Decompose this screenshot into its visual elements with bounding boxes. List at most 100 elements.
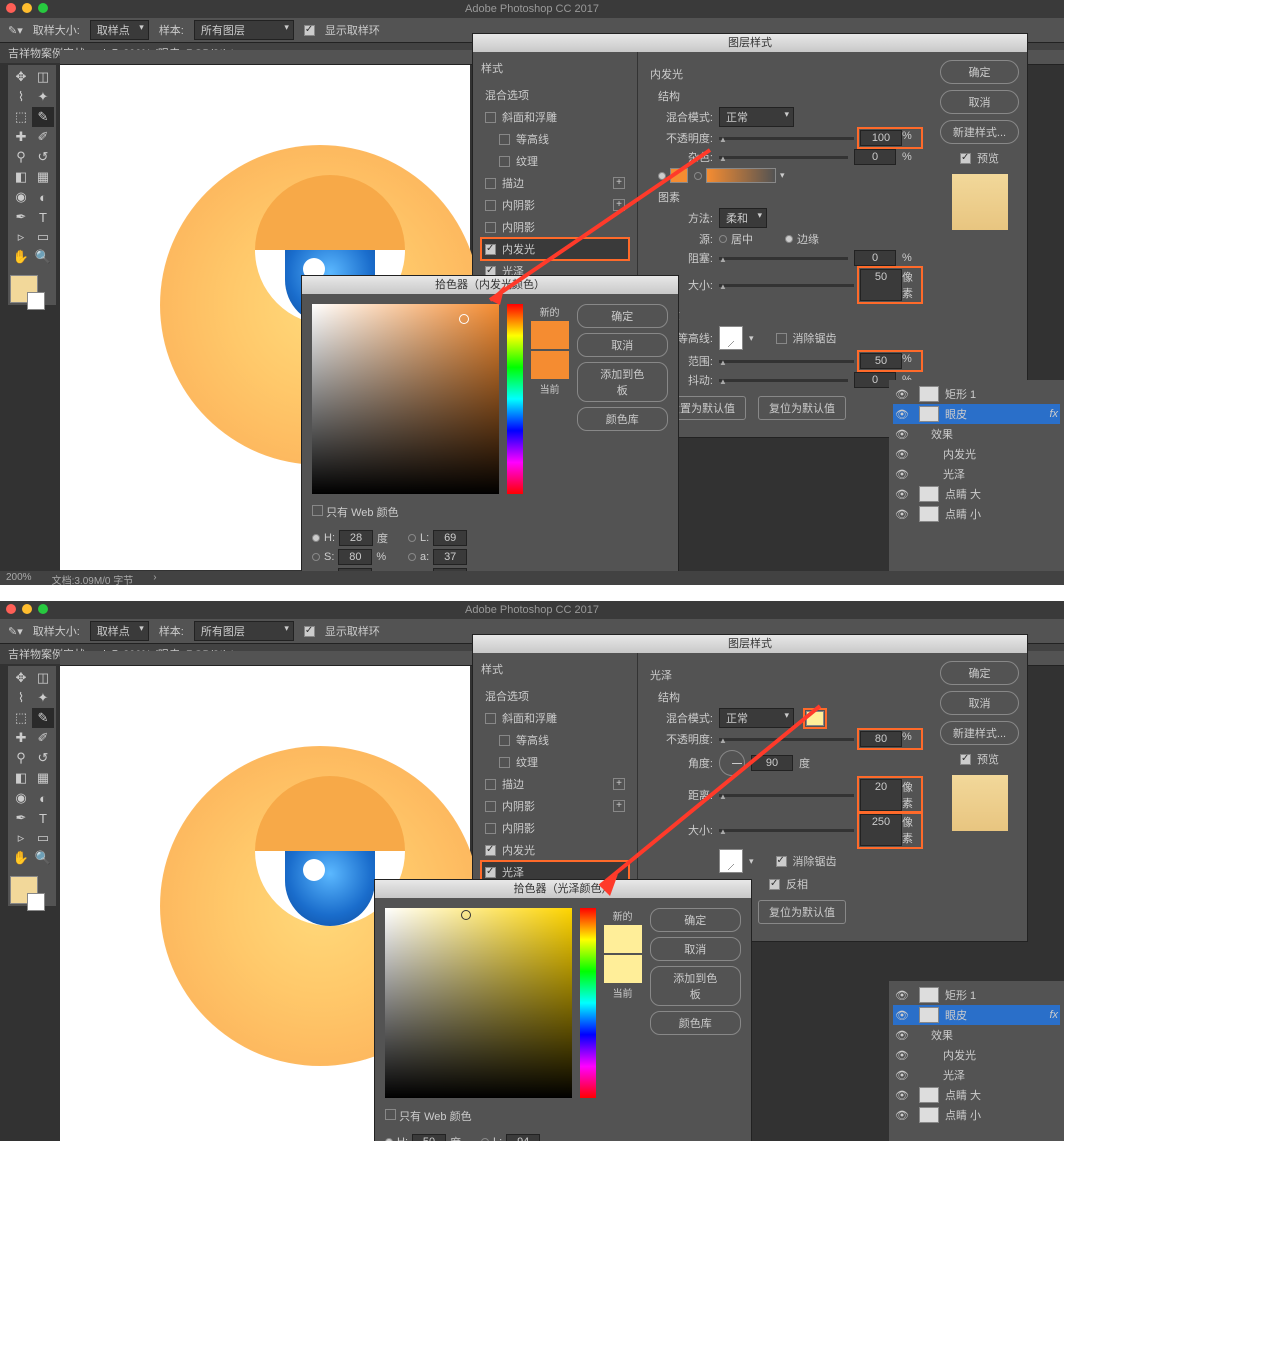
jitter-slider[interactable]: [719, 379, 848, 382]
close-icon[interactable]: [6, 604, 16, 614]
style-item-描边[interactable]: 描边+: [481, 172, 629, 194]
blend-mode-dropdown[interactable]: 正常: [719, 107, 794, 127]
cancel-button[interactable]: 取消: [940, 90, 1019, 114]
style-item-内阴影[interactable]: 内阴影: [481, 216, 629, 238]
style-item-内发光[interactable]: 内发光: [481, 238, 629, 260]
ok-button[interactable]: 确定: [940, 661, 1019, 685]
style-checkbox[interactable]: [485, 845, 496, 856]
add-icon[interactable]: +: [613, 800, 625, 812]
picker-lib-button[interactable]: 颜色库: [577, 407, 668, 431]
visibility-icon[interactable]: 👁: [895, 508, 907, 521]
l-input[interactable]: [433, 530, 467, 546]
layer-row[interactable]: 👁眼皮fx: [893, 1005, 1060, 1025]
move-tool[interactable]: ✥: [10, 67, 32, 87]
distance-slider[interactable]: [719, 794, 854, 797]
style-checkbox[interactable]: [485, 713, 496, 724]
visibility-icon[interactable]: 👁: [895, 448, 907, 461]
reset-default-button[interactable]: 复位为默认值: [758, 900, 846, 924]
size-value[interactable]: 50: [860, 269, 902, 301]
picker-add-button[interactable]: 添加到色板: [577, 362, 668, 402]
satin-color-swatch[interactable]: [806, 711, 824, 726]
layer-row[interactable]: 👁内发光: [893, 1045, 1060, 1065]
style-checkbox[interactable]: [485, 178, 496, 189]
show-ring-checkbox[interactable]: [304, 626, 315, 637]
new-style-button[interactable]: 新建样式...: [940, 721, 1019, 745]
style-item-斜面和浮雕[interactable]: 斜面和浮雕: [481, 106, 629, 128]
picker-lib-button[interactable]: 颜色库: [650, 1011, 741, 1035]
angle-value[interactable]: 90: [751, 755, 793, 771]
style-item-内发光[interactable]: 内发光: [481, 839, 629, 861]
visibility-icon[interactable]: 👁: [895, 1109, 907, 1122]
source-center-radio[interactable]: [719, 235, 727, 243]
invert-checkbox[interactable]: [769, 879, 780, 890]
style-checkbox[interactable]: [485, 244, 496, 255]
layer-row[interactable]: 👁点睛 大: [893, 484, 1060, 504]
size-slider[interactable]: [719, 284, 854, 287]
style-checkbox[interactable]: [485, 200, 496, 211]
sample-layers-dropdown[interactable]: 所有图层: [194, 20, 294, 40]
satin-size-slider[interactable]: [719, 829, 854, 832]
glow-gradient-swatch[interactable]: [706, 168, 776, 183]
dodge-tool[interactable]: ◐: [32, 187, 54, 207]
satin-antialias-checkbox[interactable]: [776, 856, 787, 867]
h-radio[interactable]: [312, 534, 320, 542]
visibility-icon[interactable]: 👁: [895, 1029, 907, 1042]
zoom-icon[interactable]: [38, 604, 48, 614]
marquee-tool[interactable]: ◫: [32, 67, 54, 87]
zoom-tool[interactable]: 🔍: [32, 247, 54, 267]
layer-row[interactable]: 👁内发光: [893, 444, 1060, 464]
satin-size-value[interactable]: 250: [860, 814, 902, 846]
ok-button[interactable]: 确定: [940, 60, 1019, 84]
noise-slider[interactable]: [719, 156, 848, 159]
picker-cancel-button[interactable]: 取消: [577, 333, 668, 357]
layer-row[interactable]: 👁效果: [893, 424, 1060, 444]
heal-tool[interactable]: ✚: [10, 127, 32, 147]
blur-tool[interactable]: ◉: [10, 187, 32, 207]
layer-row[interactable]: 👁点睛 小: [893, 1105, 1060, 1125]
color-radio[interactable]: [658, 172, 666, 180]
history-brush-tool[interactable]: ↺: [32, 147, 54, 167]
fx-icon[interactable]: fx: [1049, 1009, 1058, 1021]
style-item-斜面和浮雕[interactable]: 斜面和浮雕: [481, 707, 629, 729]
h-input[interactable]: [339, 530, 373, 546]
show-ring-checkbox[interactable]: [304, 25, 315, 36]
style-checkbox[interactable]: [485, 867, 496, 878]
range-value[interactable]: 50: [860, 353, 902, 369]
range-slider[interactable]: [719, 360, 854, 363]
style-item-内阴影[interactable]: 内阴影: [481, 817, 629, 839]
type-tool[interactable]: T: [32, 207, 54, 227]
foreground-swatch[interactable]: [10, 275, 38, 303]
style-checkbox[interactable]: [499, 134, 510, 145]
fx-icon[interactable]: fx: [1049, 408, 1058, 420]
chevron-right-icon[interactable]: ›: [153, 572, 156, 584]
opacity-slider[interactable]: [719, 137, 854, 140]
close-icon[interactable]: [6, 3, 16, 13]
a-input[interactable]: [433, 549, 467, 565]
picker-cancel-button[interactable]: 取消: [650, 937, 741, 961]
style-item-内阴影[interactable]: 内阴影+: [481, 194, 629, 216]
s-radio[interactable]: [312, 553, 320, 561]
eyedropper-tool[interactable]: ✎: [32, 107, 54, 127]
visibility-icon[interactable]: 👁: [895, 989, 907, 1002]
hue-slider[interactable]: [580, 908, 596, 1098]
shape-tool[interactable]: ▭: [32, 227, 54, 247]
style-item-纹理[interactable]: 纹理: [481, 150, 629, 172]
sample-size-dropdown[interactable]: 取样点: [90, 20, 149, 40]
blend-options[interactable]: 混合选项: [481, 84, 629, 106]
satin-opacity-value[interactable]: 80: [860, 731, 902, 747]
source-edge-radio[interactable]: [785, 235, 793, 243]
style-checkbox[interactable]: [485, 823, 496, 834]
foreground-swatch[interactable]: [10, 876, 38, 904]
layer-row[interactable]: 👁矩形 1: [893, 384, 1060, 404]
picker-add-button[interactable]: 添加到色板: [650, 966, 741, 1006]
satin-contour-swatch[interactable]: [719, 849, 743, 873]
cancel-button[interactable]: 取消: [940, 691, 1019, 715]
visibility-icon[interactable]: 👁: [895, 428, 907, 441]
visibility-icon[interactable]: 👁: [895, 388, 907, 401]
brush-tool[interactable]: ✐: [32, 127, 54, 147]
style-checkbox[interactable]: [499, 757, 510, 768]
noise-value[interactable]: 0: [854, 149, 896, 165]
layer-row[interactable]: 👁光泽: [893, 464, 1060, 484]
distance-value[interactable]: 20: [860, 779, 902, 811]
style-item-描边[interactable]: 描边+: [481, 773, 629, 795]
